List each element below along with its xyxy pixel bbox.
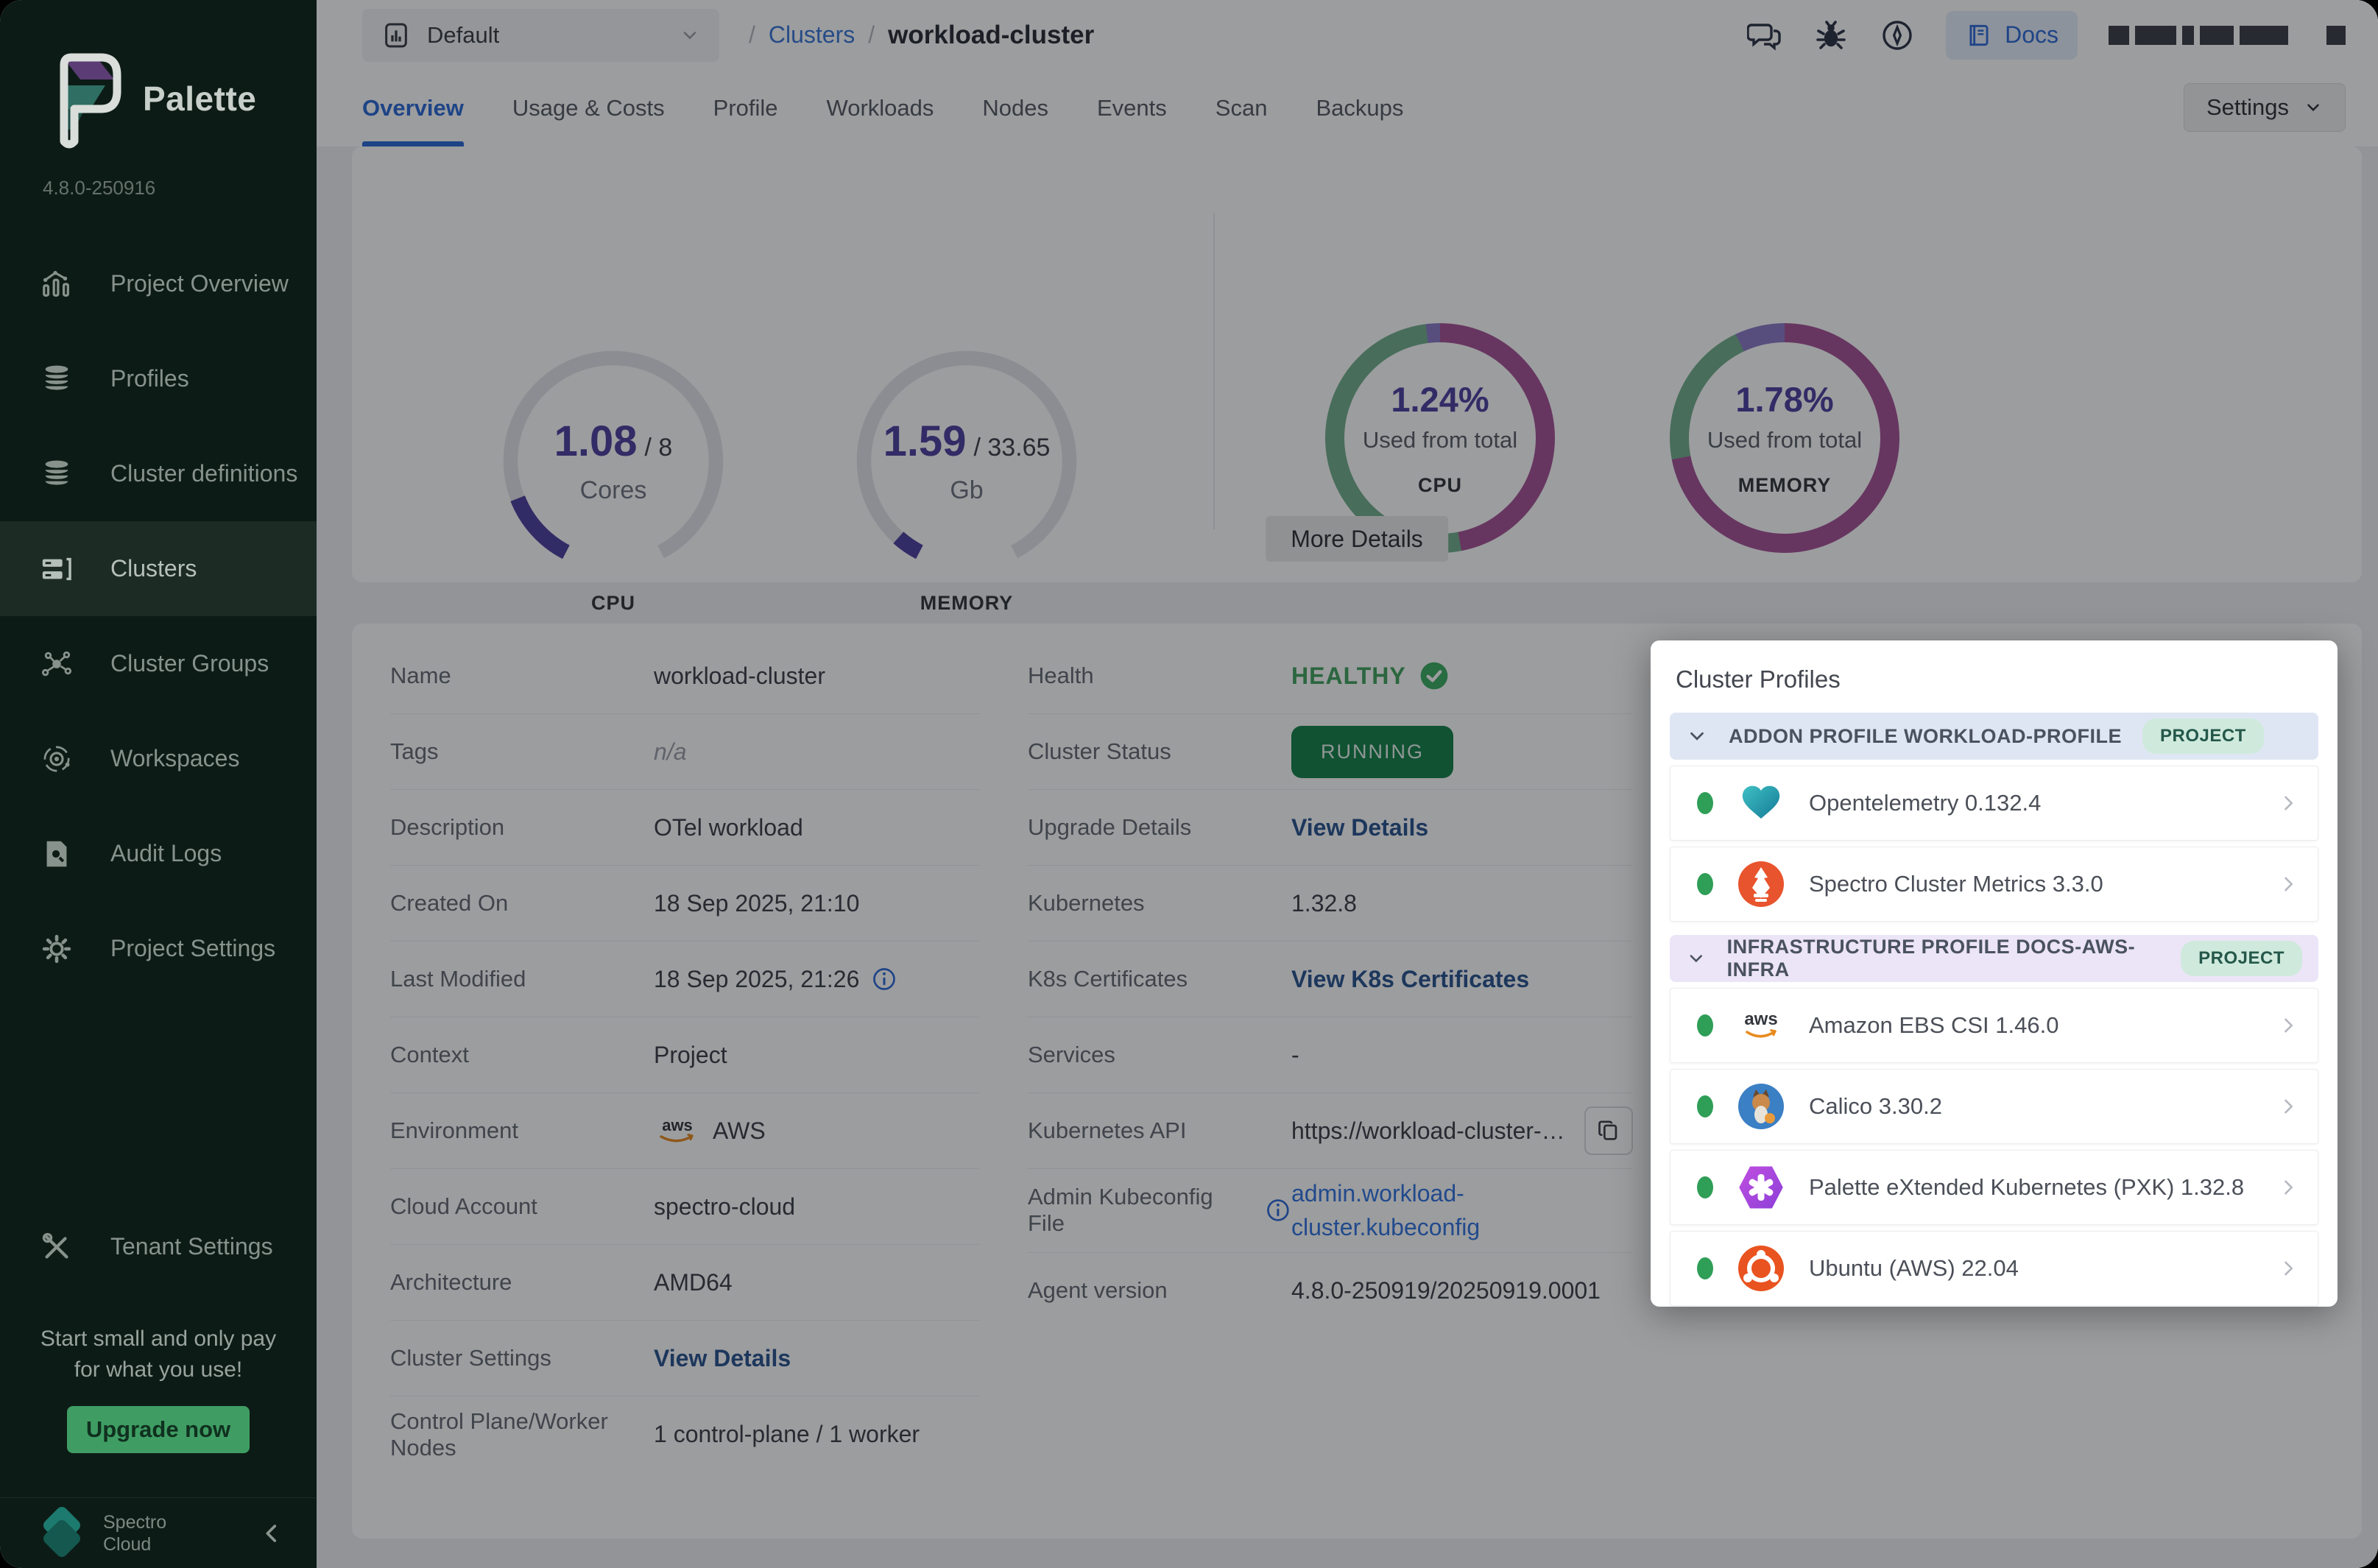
chevron-right-icon [2278, 1258, 2298, 1279]
sidebar-item-audit-logs[interactable]: Audit Logs [0, 806, 317, 901]
aws-logo-icon: aws [1738, 1003, 1784, 1048]
chevron-right-icon [2278, 874, 2298, 894]
sidebar-item-project-overview[interactable]: Project Overview [0, 236, 317, 331]
status-dot-icon [1697, 1176, 1713, 1198]
status-dot-icon [1697, 1095, 1713, 1117]
servers-icon [40, 552, 74, 586]
brand: Palette [0, 0, 317, 150]
layers-icon [40, 457, 74, 491]
status-dot-icon [1697, 792, 1713, 814]
sidebar-item-profiles[interactable]: Profiles [0, 331, 317, 426]
profile-item-amazon-ebs-csi-1-46-0[interactable]: aws Amazon EBS CSI 1.46.0 [1670, 988, 2318, 1063]
profile-item-ubuntu-aws-22-04[interactable]: Ubuntu (AWS) 22.04 [1670, 1231, 2318, 1306]
sidebar-item-tenant-settings[interactable]: Tenant Settings [0, 1199, 317, 1294]
sidebar-tenant: Tenant Settings [0, 1199, 317, 1294]
sidebar: Palette 4.8.0-250916 Project Overview Pr… [0, 0, 317, 1568]
sidebar-item-cluster-groups[interactable]: Cluster Groups [0, 616, 317, 711]
gear-icon [40, 932, 74, 966]
sidebar-item-cluster-definitions[interactable]: Cluster definitions [0, 426, 317, 521]
chart-icon [40, 267, 74, 301]
chevron-down-icon [1686, 725, 1708, 747]
app-version: 4.8.0-250916 [0, 150, 317, 199]
spectro-cloud-logo-icon [41, 1511, 87, 1556]
tools-icon [40, 1230, 74, 1264]
collapse-sidebar-icon[interactable] [259, 1521, 284, 1546]
app-window: Palette 4.8.0-250916 Project Overview Pr… [0, 0, 2378, 1568]
upgrade-now-button[interactable]: Upgrade now [67, 1406, 250, 1453]
promo-text: Start small and only pay for what you us… [0, 1324, 317, 1385]
opentelemetry-logo-icon [1738, 780, 1784, 826]
cluster-profiles-popup: Cluster Profiles ADDON PROFILE WORKLOAD-… [1651, 640, 2338, 1307]
sidebar-footer: Spectro Cloud [0, 1497, 317, 1568]
status-dot-icon [1697, 1014, 1713, 1036]
popup-sections: ADDON PROFILE WORKLOAD-PROFILE PROJECT O… [1670, 713, 2318, 1306]
palette-logo-icon [41, 47, 124, 150]
orbit-icon [40, 742, 74, 776]
calico-logo-icon [1738, 1084, 1784, 1129]
chevron-down-icon [1686, 947, 1707, 970]
profile-item-palette-extended-kubernetes-pxk-1-32-8[interactable]: Palette eXtended Kubernetes (PXK) 1.32.8 [1670, 1150, 2318, 1225]
status-dot-icon [1697, 873, 1713, 895]
status-dot-icon [1697, 1257, 1713, 1279]
profile-section-infrastructure-profile-docs-aws-infra[interactable]: INFRASTRUCTURE PROFILE DOCS-AWS-INFRA PR… [1670, 935, 2318, 982]
profile-item-opentelemetry-0-132-4[interactable]: Opentelemetry 0.132.4 [1670, 766, 2318, 841]
chevron-right-icon [2278, 1096, 2298, 1117]
chevron-right-icon [2278, 1177, 2298, 1198]
sidebar-item-project-settings[interactable]: Project Settings [0, 901, 317, 996]
popup-title: Cluster Profiles [1676, 665, 2318, 693]
network-icon [40, 647, 74, 681]
ubuntu-logo-icon [1738, 1246, 1784, 1291]
profile-item-calico-3-30-2[interactable]: Calico 3.30.2 [1670, 1069, 2318, 1144]
audit-icon [40, 837, 74, 871]
app-title: Palette [143, 79, 256, 119]
profile-section-addon-profile-workload-profile[interactable]: ADDON PROFILE WORKLOAD-PROFILE PROJECT [1670, 713, 2318, 760]
sidebar-nav: Project Overview Profiles Cluster defini… [0, 236, 317, 996]
project-scope-badge: PROJECT [2142, 718, 2264, 754]
layers-icon [40, 362, 74, 396]
svg-text:aws: aws [1744, 1009, 1777, 1029]
chevron-right-icon [2278, 1015, 2298, 1036]
chevron-right-icon [2278, 793, 2298, 813]
pxk-logo-icon [1738, 1165, 1784, 1210]
profile-item-spectro-cluster-metrics-3-3-0[interactable]: Spectro Cluster Metrics 3.3.0 [1670, 847, 2318, 922]
prometheus-logo-icon [1738, 861, 1784, 907]
spectro-cloud-label: Spectro Cloud [103, 1511, 243, 1555]
sidebar-item-clusters[interactable]: Clusters [0, 521, 317, 616]
project-scope-badge: PROJECT [2181, 941, 2302, 976]
sidebar-item-workspaces[interactable]: Workspaces [0, 711, 317, 806]
